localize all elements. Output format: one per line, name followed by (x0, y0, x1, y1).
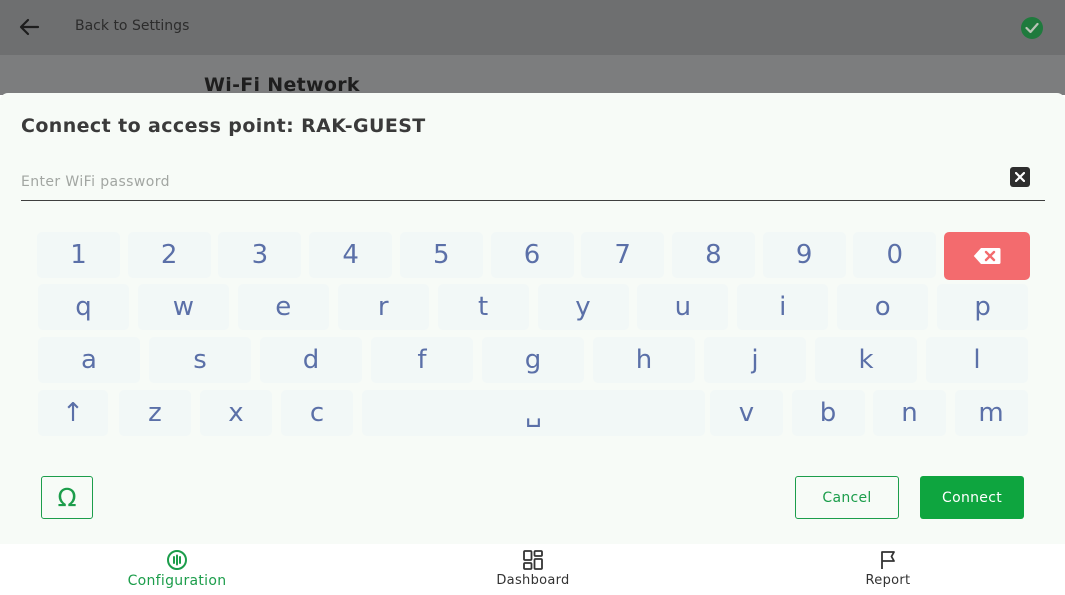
key-n[interactable]: n (873, 390, 946, 436)
nav-label-report: Report (865, 573, 911, 588)
space-key[interactable]: ␣ (362, 390, 705, 436)
dialog-title: Connect to access point: RAK-GUEST (21, 115, 426, 137)
key-h[interactable]: h (593, 337, 695, 383)
key-9[interactable]: 9 (762, 232, 846, 278)
key-3[interactable]: 3 (218, 232, 302, 278)
key-j[interactable]: j (704, 337, 806, 383)
key-0[interactable]: 0 (853, 232, 937, 278)
cancel-button[interactable]: Cancel (795, 476, 899, 519)
key-z[interactable]: z (119, 390, 191, 436)
key-x[interactable]: x (200, 390, 272, 436)
key-e[interactable]: e (237, 284, 329, 330)
key-y[interactable]: y (537, 284, 629, 330)
key-s[interactable]: s (149, 337, 251, 383)
nav-item-configuration[interactable]: Configuration (117, 545, 237, 595)
key-l[interactable]: l (926, 337, 1028, 383)
key-a[interactable]: a (38, 337, 140, 383)
nav-item-dashboard[interactable]: Dashboard (473, 545, 593, 595)
symbols-toggle-button[interactable]: Ω (41, 476, 93, 519)
key-1[interactable]: 1 (37, 232, 120, 278)
dashboard-icon (523, 550, 543, 570)
key-m[interactable]: m (954, 390, 1028, 436)
input-underline (21, 200, 1045, 201)
configuration-icon (167, 550, 187, 570)
nav-item-report[interactable]: Report (828, 545, 948, 595)
key-c[interactable]: c (281, 390, 353, 436)
arrow-left-icon[interactable] (18, 15, 40, 39)
key-r[interactable]: r (337, 284, 429, 330)
key-f[interactable]: f (371, 337, 473, 383)
key-5[interactable]: 5 (399, 232, 483, 278)
nav-label-configuration: Configuration (127, 573, 227, 589)
key-q[interactable]: q (38, 284, 129, 330)
wifi-password-dialog: Connect to access point: RAK-GUEST 12345… (0, 93, 1065, 544)
backspace-key[interactable] (944, 232, 1030, 280)
check-circle-icon (1021, 17, 1043, 39)
key-4[interactable]: 4 (309, 232, 393, 278)
key-t[interactable]: t (437, 284, 529, 330)
flag-icon (881, 551, 895, 569)
key-i[interactable]: i (737, 284, 829, 330)
back-to-settings-link[interactable]: Back to Settings (75, 18, 189, 34)
clear-x-icon[interactable] (1010, 167, 1030, 187)
connect-button[interactable]: Connect (920, 476, 1024, 519)
key-7[interactable]: 7 (581, 232, 665, 278)
key-6[interactable]: 6 (490, 232, 574, 278)
password-input[interactable] (21, 171, 981, 193)
key-g[interactable]: g (482, 337, 584, 383)
key-w[interactable]: w (137, 284, 229, 330)
background-page: Wi-Fi Network (0, 55, 1065, 96)
key-b[interactable]: b (791, 390, 865, 436)
key-d[interactable]: d (260, 337, 362, 383)
top-bar: Back to Settings (0, 0, 1065, 55)
key-2[interactable]: 2 (127, 232, 211, 278)
nav-label-dashboard: Dashboard (496, 573, 570, 588)
key-v[interactable]: v (710, 390, 783, 436)
key-p[interactable]: p (937, 284, 1029, 330)
backspace-icon (973, 248, 1001, 264)
key-o[interactable]: o (837, 284, 929, 330)
shift-key[interactable]: ↑ (38, 390, 108, 436)
key-k[interactable]: k (815, 337, 917, 383)
key-8[interactable]: 8 (671, 232, 755, 278)
key-u[interactable]: u (637, 284, 729, 330)
